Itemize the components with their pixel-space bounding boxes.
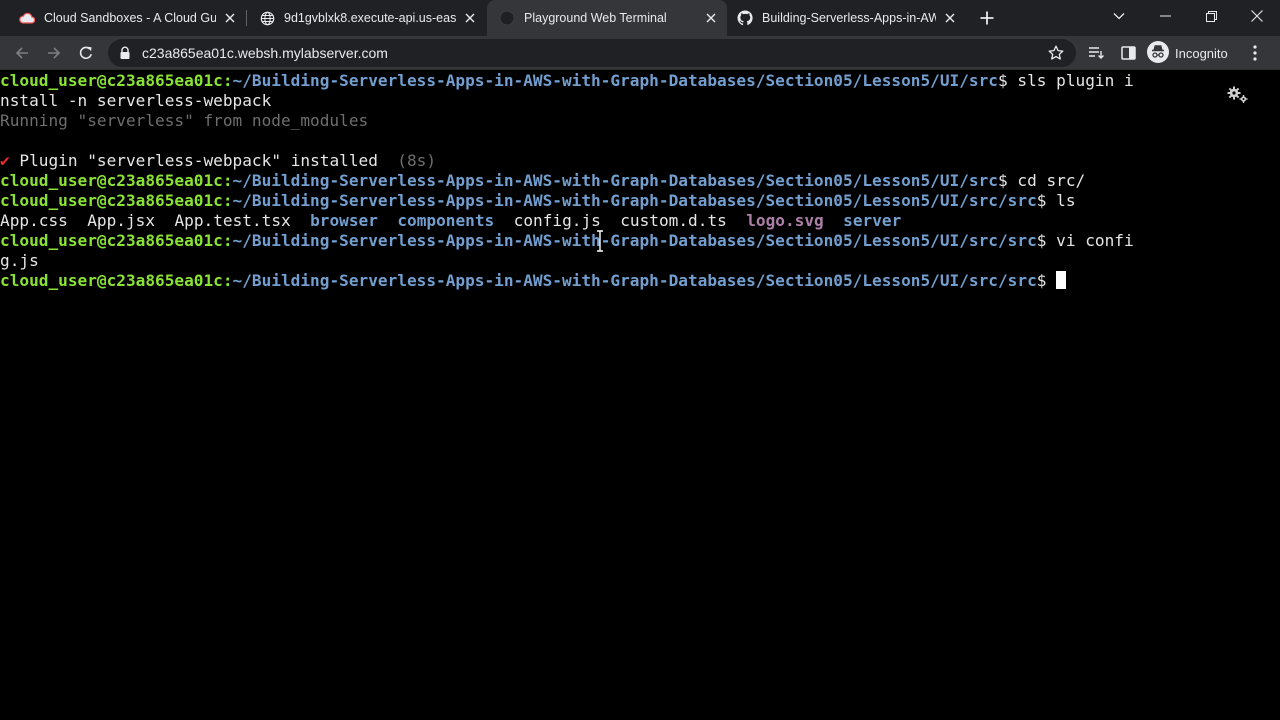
tab-title: Building-Serverless-Apps-in-AWS xyxy=(762,11,936,25)
close-icon xyxy=(1251,10,1263,22)
close-icon[interactable] xyxy=(222,10,238,26)
terminal-line-current: cloud_user@c23a865ea01c:~/Building-Serve… xyxy=(0,271,1280,291)
ls-file: custom.d.ts xyxy=(620,211,727,230)
profile-label: Incognito xyxy=(1175,45,1228,61)
incognito-profile-button[interactable]: Incognito xyxy=(1147,40,1228,66)
tab-strip: Cloud Sandboxes - A Cloud Guru 9d1gvblxk… xyxy=(0,0,1280,36)
ls-file: App.css xyxy=(0,211,68,230)
command-text: sls plugin i xyxy=(1017,71,1134,90)
forward-button[interactable] xyxy=(40,39,68,67)
prompt-path: ~/Building-Serverless-Apps-in-AWS-with-G… xyxy=(232,191,1037,210)
text-cursor-icon xyxy=(596,230,604,256)
terminal-cursor xyxy=(1056,271,1067,289)
prompt-path: ~/Building-Serverless-Apps-in-AWS-with-G… xyxy=(232,231,1037,250)
command-text: g.js xyxy=(0,251,39,270)
address-bar[interactable]: c23a865ea01c.websh.mylabserver.com xyxy=(108,39,1076,67)
command-text: nstall -n serverless-webpack xyxy=(0,91,272,110)
prompt-symbol: $ xyxy=(1036,231,1057,250)
output-text: Running "serverless" from node_modules xyxy=(0,111,369,130)
terminal-settings-button[interactable] xyxy=(1226,84,1250,108)
prompt-user-host: cloud_user@c23a865ea01c: xyxy=(0,191,233,210)
address-url: c23a865ea01c.websh.mylabserver.com xyxy=(142,45,388,61)
arrow-right-icon xyxy=(48,47,61,59)
restore-icon xyxy=(1205,10,1217,22)
prompt-symbol: $ xyxy=(1036,191,1057,210)
close-icon[interactable] xyxy=(462,10,478,26)
side-panel-button[interactable] xyxy=(1114,39,1142,67)
ls-directory: components xyxy=(397,211,495,230)
terminal-line: cloud_user@c23a865ea01c:~/Building-Serve… xyxy=(0,231,1280,251)
ls-directory: server xyxy=(843,211,902,230)
github-icon xyxy=(737,10,753,26)
reading-list-icon xyxy=(1089,47,1104,59)
ls-file: App.jsx xyxy=(87,211,156,230)
prompt-symbol: $ xyxy=(998,71,1018,90)
terminal-line: Running "serverless" from node_modules xyxy=(0,111,1280,131)
terminal-area[interactable]: cloud_user@c23a865ea01c:~/Building-Serve… xyxy=(0,71,1280,720)
terminal-line: cloud_user@c23a865ea01c:~/Building-Serve… xyxy=(0,171,1280,191)
back-button[interactable] xyxy=(8,39,36,67)
arrow-left-icon xyxy=(15,47,28,59)
star-icon[interactable] xyxy=(1048,45,1064,66)
prompt-path: ~/Building-Serverless-Apps-in-AWS-with-G… xyxy=(232,271,1037,290)
tab-title: Cloud Sandboxes - A Cloud Guru xyxy=(44,11,216,25)
terminal-icon xyxy=(499,10,515,26)
terminal-line: cloud_user@c23a865ea01c:~/Building-Serve… xyxy=(0,71,1280,91)
globe-icon xyxy=(259,10,275,26)
output-duration: (8s) xyxy=(387,151,437,170)
minimize-button[interactable] xyxy=(1142,0,1188,32)
reading-list-button[interactable] xyxy=(1082,39,1110,67)
tab-cloud-sandboxes[interactable]: Cloud Sandboxes - A Cloud Guru xyxy=(0,0,246,36)
tab-playground-web-terminal[interactable]: Playground Web Terminal xyxy=(487,0,727,36)
ls-file: App.test.tsx xyxy=(174,211,291,230)
terminal-line: cloud_user@c23a865ea01c:~/Building-Serve… xyxy=(0,191,1280,211)
tab-title: Playground Web Terminal xyxy=(524,11,667,25)
browser-menu-button[interactable] xyxy=(1245,42,1265,64)
new-tab-button[interactable] xyxy=(975,6,999,30)
lock-icon xyxy=(119,46,131,65)
tab-github-repo[interactable]: Building-Serverless-Apps-in-AWS xyxy=(718,0,966,36)
prompt-user-host: cloud_user@c23a865ea01c: xyxy=(0,231,233,250)
prompt-path: ~/Building-Serverless-Apps-in-AWS-with-G… xyxy=(232,171,998,190)
prompt-path: ~/Building-Serverless-Apps-in-AWS-with-G… xyxy=(232,71,998,90)
cloud-icon xyxy=(19,10,35,26)
command-text: cd src/ xyxy=(1017,171,1086,190)
ls-directory: browser xyxy=(310,211,378,230)
reload-button[interactable] xyxy=(72,39,100,67)
tab-execute-api[interactable]: 9d1gvblxk8.execute-api.us-east-1 xyxy=(240,0,486,36)
terminal-line-empty xyxy=(0,131,1280,151)
plus-icon xyxy=(980,11,994,25)
prompt-user-host: cloud_user@c23a865ea01c: xyxy=(0,171,233,190)
close-icon[interactable] xyxy=(703,10,719,26)
prompt-symbol: $ xyxy=(998,171,1018,190)
incognito-icon xyxy=(1147,40,1169,66)
output-text: Plugin "serverless-webpack" installed xyxy=(9,151,388,170)
ls-file: config.js xyxy=(513,211,601,230)
chevron-down-icon xyxy=(1113,13,1125,20)
close-icon[interactable] xyxy=(942,10,958,26)
check-icon: ✔ xyxy=(0,151,10,170)
prompt-symbol: $ xyxy=(1036,271,1057,290)
restore-button[interactable] xyxy=(1188,0,1234,32)
command-text: vi confi xyxy=(1056,231,1134,250)
minimize-icon xyxy=(1159,15,1171,17)
terminal-line: g.js xyxy=(0,251,1280,271)
terminal-line-ls-output: App.css App.jsx App.test.tsx browser com… xyxy=(0,211,1280,231)
window-close-button[interactable] xyxy=(1234,0,1280,32)
command-text: ls xyxy=(1056,191,1076,210)
terminal-line: nstall -n serverless-webpack xyxy=(0,91,1280,111)
prompt-user-host: cloud_user@c23a865ea01c: xyxy=(0,71,233,90)
terminal-line: ✔ Plugin "serverless-webpack" installed … xyxy=(0,151,1280,171)
side-panel-icon xyxy=(1120,46,1136,60)
tab-title: 9d1gvblxk8.execute-api.us-east-1 xyxy=(284,11,456,25)
prompt-user-host: cloud_user@c23a865ea01c: xyxy=(0,271,233,290)
gear-icon xyxy=(1227,86,1248,103)
reload-icon xyxy=(79,46,92,59)
ls-image-file: logo.svg xyxy=(746,211,824,230)
more-vert-icon xyxy=(1253,45,1257,61)
browser-toolbar: c23a865ea01c.websh.mylabserver.com Incog… xyxy=(0,36,1280,70)
tab-search-button[interactable] xyxy=(1096,0,1142,32)
